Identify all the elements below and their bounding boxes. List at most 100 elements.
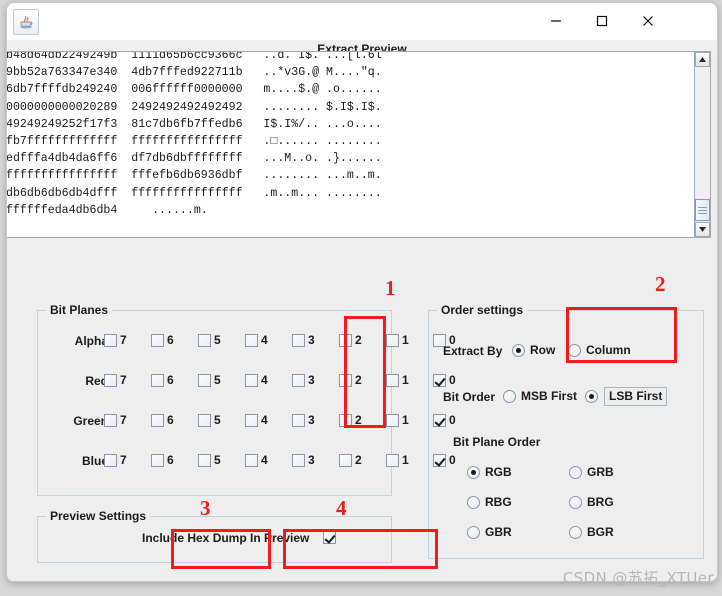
radio-order-rbg[interactable]: RBG: [467, 495, 512, 509]
bit-plane-cell-red-3[interactable]: 3: [292, 373, 315, 387]
radio-rgb-indicator: [467, 465, 480, 479]
bit-plane-channel-label: Alpha: [74, 334, 108, 348]
bit-plane-row-alpha: Alpha 7 6 5 4 3 2 1 0: [38, 331, 456, 353]
bit-plane-cell-alpha-7[interactable]: 7: [104, 333, 127, 347]
include-hex-dump-checkbox[interactable]: [323, 531, 336, 544]
checkbox-red-bit-5[interactable]: [198, 373, 211, 387]
radio-column-label: Column: [586, 343, 631, 357]
checkbox-red-bit-3[interactable]: [292, 373, 305, 387]
hex-dump-vertical-scrollbar[interactable]: [694, 52, 710, 237]
radio-bit-order-msb[interactable]: MSB First: [503, 389, 577, 403]
bit-plane-cell-alpha-6[interactable]: 6: [151, 333, 174, 347]
bit-plane-cell-blue-6[interactable]: 6: [151, 453, 174, 467]
bit-number-label: 1: [402, 373, 409, 387]
java-coffee-cup-icon: [13, 9, 39, 35]
checkbox-alpha-bit-7[interactable]: [104, 333, 117, 347]
bit-plane-cell-red-5[interactable]: 5: [198, 373, 221, 387]
radio-order-rgb[interactable]: RGB: [467, 465, 512, 479]
radio-bit-order-lsb[interactable]: LSB First: [585, 387, 668, 406]
bit-plane-cell-blue-5[interactable]: 5: [198, 453, 221, 467]
checkbox-alpha-bit-1[interactable]: [386, 333, 399, 347]
scroll-up-arrow-icon[interactable]: [695, 52, 710, 67]
checkbox-green-bit-1[interactable]: [386, 413, 399, 427]
checkbox-blue-bit-5[interactable]: [198, 453, 211, 467]
bit-plane-cell-alpha-4[interactable]: 4: [245, 333, 268, 347]
checkbox-alpha-bit-2[interactable]: [339, 333, 352, 347]
screen-root: Extract Preview b48d64db2249249b 1111d65…: [0, 0, 722, 596]
bit-plane-cell-green-2[interactable]: 2: [339, 413, 362, 427]
minimize-button[interactable]: [533, 3, 579, 39]
checkbox-blue-bit-1[interactable]: [386, 453, 399, 467]
checkbox-red-bit-4[interactable]: [245, 373, 258, 387]
checkbox-alpha-bit-3[interactable]: [292, 333, 305, 347]
checkbox-green-bit-3[interactable]: [292, 413, 305, 427]
checkbox-blue-bit-6[interactable]: [151, 453, 164, 467]
radio-column-indicator: [568, 343, 581, 357]
radio-extract-by-column[interactable]: Column: [568, 343, 631, 357]
bit-plane-cell-red-1[interactable]: 1: [386, 373, 409, 387]
bit-plane-cell-green-1[interactable]: 1: [386, 413, 409, 427]
bit-plane-cell-red-7[interactable]: 7: [104, 373, 127, 387]
bit-number-label: 7: [120, 413, 127, 427]
radio-order-brg[interactable]: BRG: [569, 495, 614, 509]
checkbox-green-bit-5[interactable]: [198, 413, 211, 427]
bit-plane-cell-green-7[interactable]: 7: [104, 413, 127, 427]
scrollbar-thumb[interactable]: [695, 199, 710, 221]
checkbox-green-bit-2[interactable]: [339, 413, 352, 427]
radio-brg-label: BRG: [587, 495, 614, 509]
radio-rgb-label: RGB: [485, 465, 512, 479]
radio-order-grb[interactable]: GRB: [569, 465, 614, 479]
bit-plane-cell-alpha-1[interactable]: 1: [386, 333, 409, 347]
checkbox-blue-bit-7[interactable]: [104, 453, 117, 467]
bit-plane-cell-green-3[interactable]: 3: [292, 413, 315, 427]
bit-number-label: 7: [120, 453, 127, 467]
radio-extract-by-row[interactable]: Row: [512, 343, 555, 357]
bit-plane-cell-blue-1[interactable]: 1: [386, 453, 409, 467]
radio-msb-indicator: [503, 389, 516, 403]
bit-plane-cell-red-6[interactable]: 6: [151, 373, 174, 387]
checkbox-blue-bit-2[interactable]: [339, 453, 352, 467]
checkbox-red-bit-6[interactable]: [151, 373, 164, 387]
bit-plane-cell-blue-4[interactable]: 4: [245, 453, 268, 467]
bit-plane-cell-blue-7[interactable]: 7: [104, 453, 127, 467]
radio-gbr-indicator: [467, 525, 480, 539]
hex-dump-text[interactable]: b48d64db2249249b 1111d65b6cc9366c ..d. I…: [7, 52, 382, 219]
radio-order-gbr[interactable]: GBR: [467, 525, 512, 539]
include-hex-dump-label: Include Hex Dump In Preview: [142, 531, 310, 545]
checkbox-red-bit-1[interactable]: [386, 373, 399, 387]
bit-number-label: 3: [308, 413, 315, 427]
checkbox-red-bit-2[interactable]: [339, 373, 352, 387]
bit-plane-cell-red-4[interactable]: 4: [245, 373, 268, 387]
radio-msb-label: MSB First: [521, 389, 578, 403]
bit-plane-cell-green-4[interactable]: 4: [245, 413, 268, 427]
checkbox-alpha-bit-5[interactable]: [198, 333, 211, 347]
checkbox-alpha-bit-4[interactable]: [245, 333, 258, 347]
bit-number-label: 5: [214, 373, 221, 387]
maximize-button[interactable]: [579, 3, 625, 39]
bit-plane-cell-blue-2[interactable]: 2: [339, 453, 362, 467]
bit-plane-channel-label: Blue: [81, 454, 108, 468]
checkbox-alpha-bit-6[interactable]: [151, 333, 164, 347]
hex-dump-scrollpane[interactable]: b48d64db2249249b 1111d65b6cc9366c ..d. I…: [7, 51, 711, 238]
bit-plane-cell-green-6[interactable]: 6: [151, 413, 174, 427]
bit-plane-cell-green-5[interactable]: 5: [198, 413, 221, 427]
close-button[interactable]: [625, 3, 671, 39]
checkbox-blue-bit-3[interactable]: [292, 453, 305, 467]
bit-number-label: 2: [355, 333, 362, 347]
bit-plane-cell-alpha-5[interactable]: 5: [198, 333, 221, 347]
radio-order-bgr[interactable]: BGR: [569, 525, 614, 539]
bit-number-label: 3: [308, 333, 315, 347]
checkbox-red-bit-7[interactable]: [104, 373, 117, 387]
scroll-down-arrow-icon[interactable]: [695, 222, 710, 237]
bit-number-label: 4: [261, 373, 268, 387]
radio-lsb-label: LSB First: [604, 387, 668, 406]
bit-plane-cell-alpha-2[interactable]: 2: [339, 333, 362, 347]
bit-number-label: 5: [214, 453, 221, 467]
bit-plane-cell-alpha-3[interactable]: 3: [292, 333, 315, 347]
checkbox-blue-bit-4[interactable]: [245, 453, 258, 467]
bit-plane-cell-blue-3[interactable]: 3: [292, 453, 315, 467]
bit-plane-cell-red-2[interactable]: 2: [339, 373, 362, 387]
checkbox-green-bit-4[interactable]: [245, 413, 258, 427]
checkbox-green-bit-6[interactable]: [151, 413, 164, 427]
checkbox-green-bit-7[interactable]: [104, 413, 117, 427]
